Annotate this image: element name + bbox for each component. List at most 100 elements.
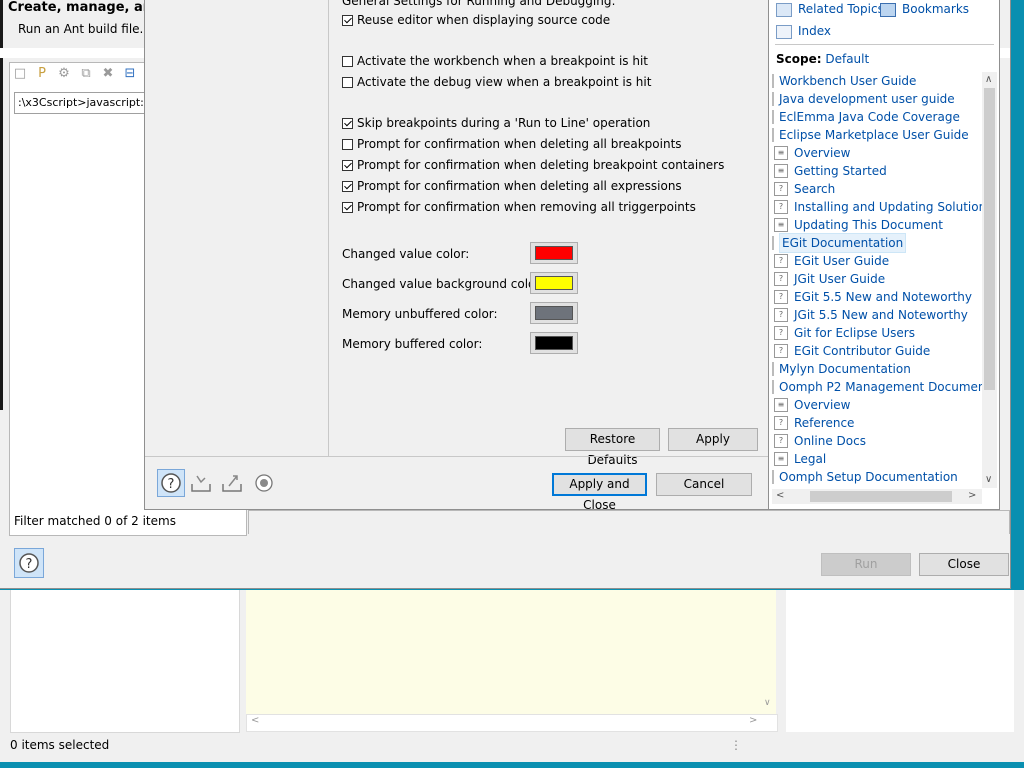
checkbox-prompt-delete-breakpoints[interactable]: Prompt for confirmation when deleting al… <box>342 136 682 152</box>
duplicate-icon[interactable]: ⧉ <box>78 66 94 82</box>
checkbox[interactable] <box>342 117 353 129</box>
status-bar-text: 0 items selected <box>10 738 110 752</box>
export-icon[interactable] <box>221 472 243 494</box>
help-tree-item[interactable]: Mylyn Documentation <box>772 360 911 378</box>
help-tree-item[interactable]: Java development user guide <box>772 90 955 108</box>
import-icon[interactable] <box>190 472 212 494</box>
help-horizontal-scroll-thumb[interactable] <box>810 491 952 502</box>
help-tree-item[interactable]: ? Reference <box>774 414 854 432</box>
help-tree-item[interactable]: ? Search <box>774 180 835 198</box>
chevron-right-icon[interactable]: > <box>749 715 757 726</box>
checkbox-reuse-editor[interactable]: Reuse editor when displaying source code <box>342 12 610 28</box>
help-tree-item[interactable]: ? Git for Eclipse Users <box>774 324 915 342</box>
configuration-toolbar: □ P ⚙ ⧉ ✖ ⊟ <box>12 66 144 82</box>
chevron-down-icon[interactable]: ∨ <box>764 698 771 708</box>
background-editor-area[interactable] <box>246 590 762 714</box>
help-tree-item-label: Overview <box>794 146 851 160</box>
checkbox[interactable] <box>342 14 353 26</box>
help-tree-item[interactable]: ≡ Overview <box>774 396 851 414</box>
color-swatch <box>535 246 573 260</box>
checkbox-activate-debug-view[interactable]: Activate the debug view when a breakpoin… <box>342 74 651 90</box>
changed-value-color-button[interactable] <box>530 242 578 264</box>
background-horizontal-scrollbar[interactable]: < > <box>246 714 778 732</box>
help-tree-item[interactable]: ? EGit 5.5 New and Noteworthy <box>774 288 972 306</box>
apply-button[interactable]: Apply <box>668 428 758 451</box>
page-icon: ≡ <box>774 452 788 466</box>
help-tree-item[interactable]: ? JGit User Guide <box>774 270 885 288</box>
help-icon: ? <box>161 473 181 493</box>
filter-input[interactable]: :\x3Cscript>javascript:a <box>14 92 159 114</box>
checkbox-prompt-delete-containers[interactable]: Prompt for confirmation when deleting br… <box>342 157 724 173</box>
help-tree-item-label: EGit Contributor Guide <box>794 344 931 358</box>
help-tree-item[interactable]: Eclipse Marketplace User Guide <box>772 126 969 144</box>
help-tree-item[interactable]: ? EGit Contributor Guide <box>774 342 930 360</box>
help-tree-item-label: Updating This Document <box>794 218 943 232</box>
delete-icon[interactable]: ✖ <box>100 66 116 82</box>
preferences-button-separator <box>145 456 769 457</box>
new-prototype-icon[interactable]: P <box>34 66 50 82</box>
help-tree-item[interactable]: ? Online Docs <box>774 432 866 450</box>
page-icon: ≡ <box>774 146 788 160</box>
preferences-help-button[interactable]: ? <box>157 469 185 497</box>
collapse-icon[interactable]: ⊟ <box>122 66 138 82</box>
chevron-up-icon[interactable]: ∧ <box>985 74 992 85</box>
svg-text:?: ? <box>168 477 175 492</box>
svg-text:?: ? <box>26 557 33 572</box>
record-icon[interactable] <box>253 472 275 494</box>
close-button[interactable]: Close <box>919 553 1009 576</box>
checkbox-skip-breakpoints[interactable]: Skip breakpoints during a 'Run to Line' … <box>342 115 650 131</box>
help-tree-item-label: Oomph Setup Documentation <box>779 470 958 484</box>
help-tree-item[interactable]: EGit Documentation <box>772 233 907 253</box>
checkbox[interactable] <box>342 201 353 213</box>
help-tree-item[interactable]: ? JGit 5.5 New and Noteworthy <box>774 306 968 324</box>
bookmarks-link[interactable]: Bookmarks <box>880 2 969 17</box>
chevron-left-icon[interactable]: < <box>251 715 259 726</box>
help-vertical-scroll-thumb[interactable] <box>984 88 995 390</box>
help-tree-item[interactable]: ≡ Overview <box>774 144 851 162</box>
help-tree-item[interactable]: ? EGit User Guide <box>774 252 889 270</box>
help-tree-item[interactable]: ≡ Updating This Document <box>774 216 943 234</box>
help-tree-item-label: Installing and Updating Solutions <box>794 200 982 214</box>
checkbox[interactable] <box>342 76 353 88</box>
restore-defaults-button[interactable]: Restore Defaults <box>565 428 660 467</box>
chevron-left-icon[interactable]: < <box>776 490 784 501</box>
book-icon <box>772 74 774 88</box>
checkbox[interactable] <box>342 159 353 171</box>
checkbox[interactable] <box>342 180 353 192</box>
page-icon: ≡ <box>774 218 788 232</box>
new-config-icon[interactable]: □ <box>12 66 28 82</box>
changed-value-bg-color-button[interactable] <box>530 272 578 294</box>
background-vertical-scrollbar[interactable]: ∨ <box>762 590 776 714</box>
help-tree-item[interactable]: Oomph Setup Documentation <box>772 468 958 486</box>
checkbox-prompt-remove-triggerpoints[interactable]: Prompt for confirmation when removing al… <box>342 199 696 215</box>
help-button[interactable]: ? <box>14 548 44 578</box>
checkbox[interactable] <box>342 138 353 150</box>
cancel-button[interactable]: Cancel <box>656 473 752 496</box>
topic-icon: ? <box>774 344 788 358</box>
help-tree-item-label: Search <box>794 182 836 196</box>
memory-unbuffered-color-button[interactable] <box>530 302 578 324</box>
background-right-pane <box>786 590 1014 732</box>
help-tree-item[interactable]: ≡ Getting Started <box>774 162 887 180</box>
help-tree-item-label: EGit User Guide <box>794 254 890 268</box>
help-tree-item[interactable]: Oomph P2 Management Documentati <box>772 378 982 396</box>
scope-link[interactable]: Default <box>825 52 869 66</box>
checkbox-activate-workbench[interactable]: Activate the workbench when a breakpoint… <box>342 53 648 69</box>
help-tree-item[interactable]: EclEmma Java Code Coverage <box>772 108 960 126</box>
related-topics-link[interactable]: Related Topics <box>776 2 884 17</box>
help-tree-item-label: Legal <box>794 452 827 466</box>
chevron-right-icon[interactable]: > <box>968 490 976 501</box>
apply-and-close-button[interactable]: Apply and Close <box>552 473 647 512</box>
checkbox-prompt-delete-expressions[interactable]: Prompt for confirmation when deleting al… <box>342 178 682 194</box>
help-tree-item[interactable]: ≡ Legal <box>774 450 826 468</box>
help-tree-item[interactable]: Workbench User Guide <box>772 72 916 90</box>
run-button[interactable]: Run <box>821 553 911 576</box>
memory-buffered-color-button[interactable] <box>530 332 578 354</box>
index-link[interactable]: Index <box>776 24 831 39</box>
help-tree-item-label: EGit Documentation <box>779 233 907 253</box>
help-tree-item[interactable]: ? Installing and Updating Solutions <box>774 198 982 216</box>
checkbox[interactable] <box>342 55 353 67</box>
export-icon[interactable]: ⚙ <box>56 66 72 82</box>
help-tree-item-label: JGit User Guide <box>794 272 886 286</box>
chevron-down-icon[interactable]: ∨ <box>985 474 992 485</box>
